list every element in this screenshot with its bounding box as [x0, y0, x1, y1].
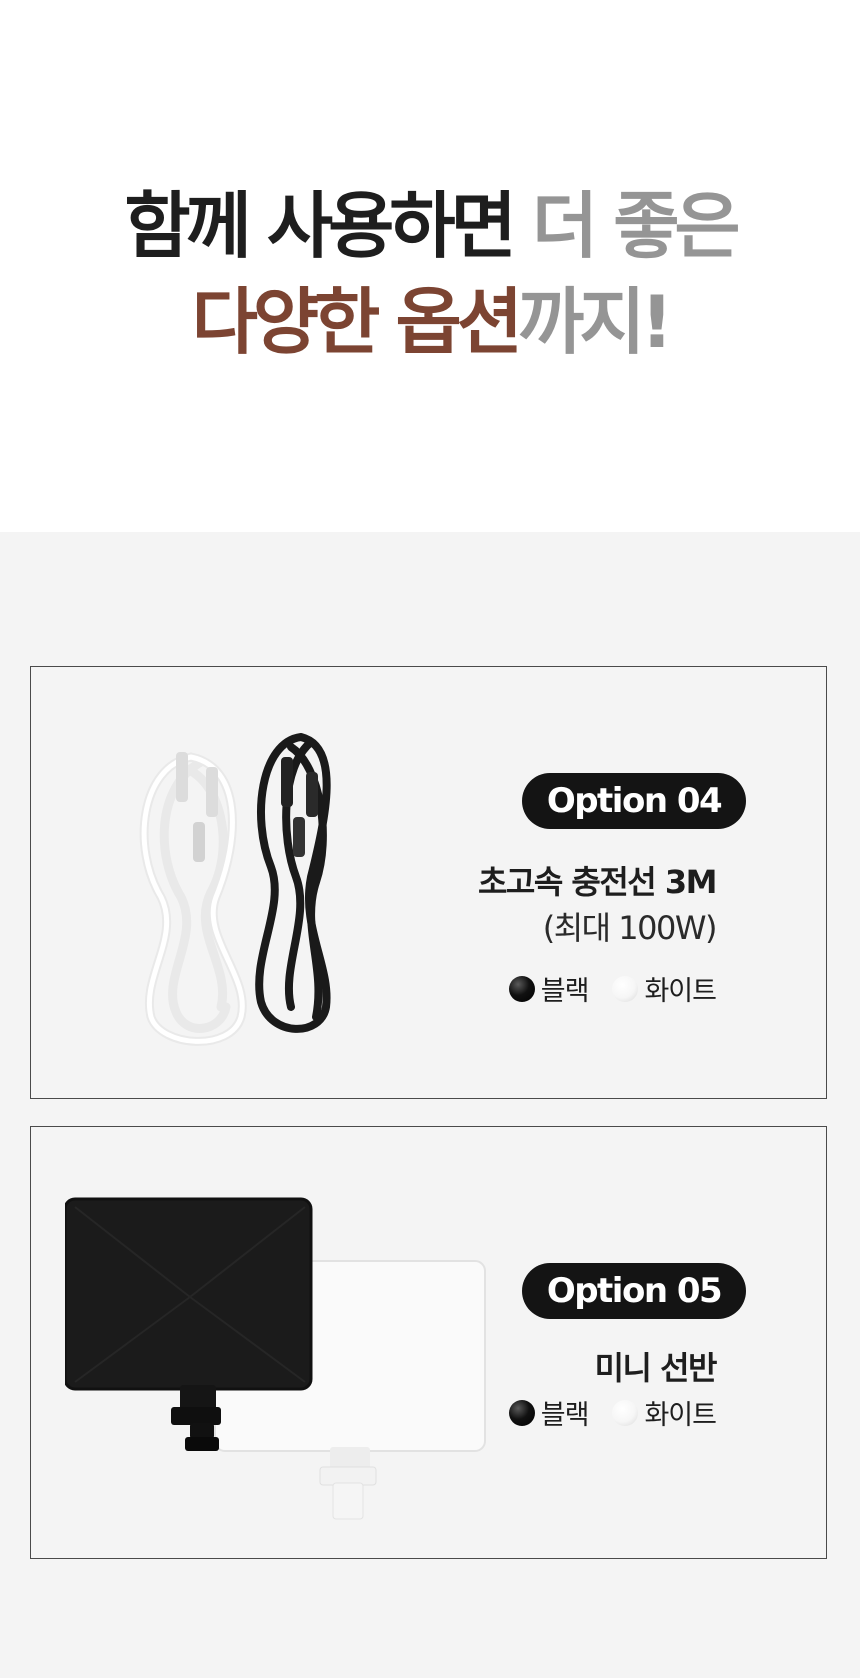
- color-label: 블랙: [540, 1400, 590, 1431]
- mini-shelf-image: [65, 1197, 486, 1520]
- charging-cable-image: [139, 732, 331, 1046]
- headline-emphasis-text: 더 좋은: [531, 184, 741, 268]
- color-label: 블랙: [540, 976, 590, 1007]
- headline-suffix-text: 까지!: [517, 280, 673, 364]
- option-subtitle: (최대 100W): [542, 909, 718, 947]
- headline-accent-text: 다양한 옵션: [191, 280, 523, 364]
- black-swatch-icon: [508, 1399, 535, 1426]
- black-swatch-icon: [508, 975, 535, 1002]
- option-badge: Option 05: [522, 1263, 746, 1319]
- option-title: 미니 선반: [594, 1349, 718, 1387]
- color-option-white[interactable]: 화이트: [612, 1393, 717, 1432]
- color-option-black[interactable]: 블랙: [508, 969, 603, 1008]
- option-card-04[interactable]: Option 04 초고속 충전선 3M (최대 100W) 블랙 화이트: [30, 666, 827, 1099]
- headline-line-1: 함께 사용하면 더 좋은: [0, 190, 860, 262]
- color-option-black[interactable]: 블랙: [508, 1393, 603, 1432]
- color-options: 블랙 화이트: [508, 969, 717, 1008]
- headline-line-2: 다양한 옵션까지!: [0, 286, 860, 358]
- option-badge: Option 04: [522, 773, 746, 829]
- white-swatch-icon: [612, 975, 639, 1002]
- hero-section: 함께 사용하면 더 좋은 다양한 옵션까지!: [0, 0, 860, 532]
- color-label: 화이트: [644, 976, 717, 1007]
- headline-text: 함께 사용하면: [124, 184, 532, 268]
- color-option-white[interactable]: 화이트: [612, 969, 717, 1008]
- color-options: 블랙 화이트: [508, 1393, 717, 1432]
- white-swatch-icon: [612, 1399, 639, 1426]
- option-card-05[interactable]: Option 05 미니 선반 블랙 화이트: [30, 1126, 827, 1559]
- option-title: 초고속 충전선 3M: [477, 863, 718, 901]
- color-label: 화이트: [644, 1400, 717, 1431]
